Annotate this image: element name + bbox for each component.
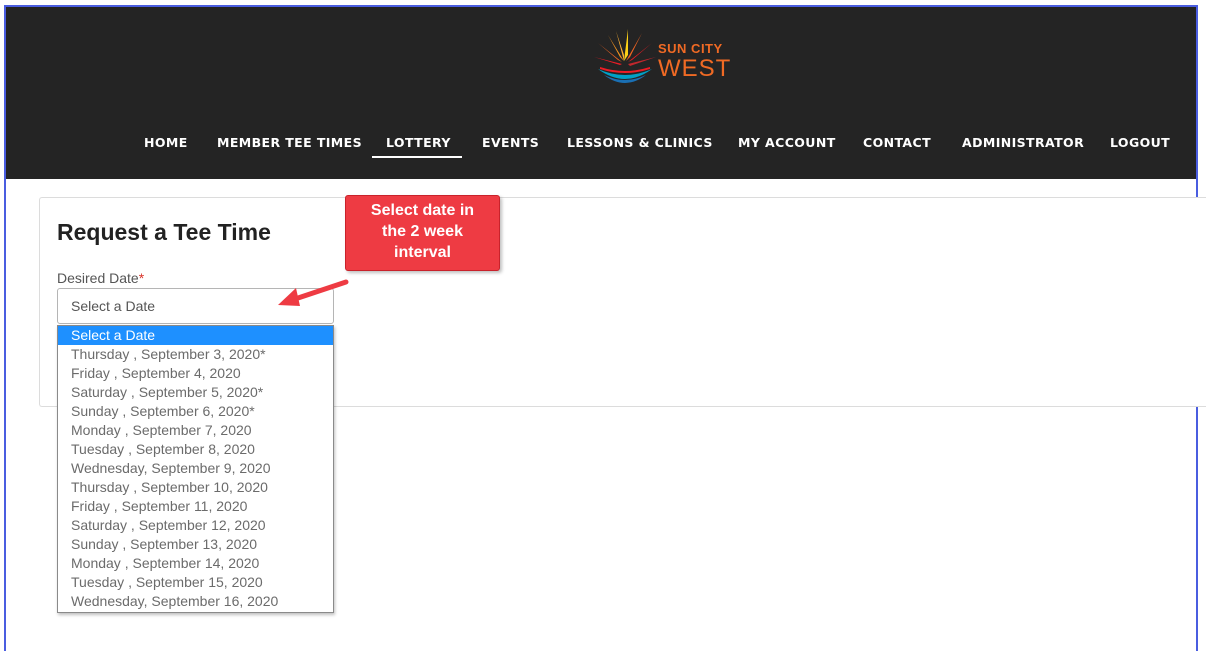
required-asterisk: * [138, 270, 145, 286]
annotation-callout: Select date in the 2 week interval [345, 195, 500, 271]
logo-text-sun-city: SUN CITY [658, 41, 723, 56]
sun-city-west-logo[interactable]: SUN CITY WEST [594, 29, 744, 89]
nav-events[interactable]: EVENTS [482, 135, 539, 150]
nav-logout[interactable]: LOGOUT [1110, 135, 1170, 150]
page-title: Request a Tee Time [57, 219, 271, 245]
main-nav: HOME MEMBER TEE TIMES LOTTERY EVENTS LES… [6, 135, 1196, 155]
annotation-arrow-icon [278, 279, 349, 306]
callout-line: Select date in [370, 202, 475, 219]
nav-administrator[interactable]: ADMINISTRATOR [962, 135, 1084, 150]
date-option[interactable]: Thursday , September 3, 2020* [58, 345, 333, 364]
sun-logo-icon [594, 29, 656, 83]
date-option[interactable]: Tuesday , September 8, 2020 [58, 440, 333, 459]
date-option[interactable]: Friday , September 4, 2020 [58, 364, 333, 383]
nav-active-indicator [372, 156, 462, 158]
date-option[interactable]: Wednesday, September 16, 2020 [58, 592, 333, 611]
date-option[interactable]: Sunday , September 13, 2020 [58, 535, 333, 554]
logo-text-west: WEST [658, 55, 732, 82]
nav-contact[interactable]: CONTACT [863, 135, 931, 150]
date-option[interactable]: Select a Date [58, 326, 333, 345]
callout-line: the 2 week [382, 223, 463, 240]
date-option[interactable]: Monday , September 14, 2020 [58, 554, 333, 573]
nav-member-tee-times[interactable]: MEMBER TEE TIMES [217, 135, 362, 150]
date-option[interactable]: Tuesday , September 15, 2020 [58, 573, 333, 592]
nav-lottery[interactable]: LOTTERY [386, 135, 451, 150]
date-option[interactable]: Saturday , September 12, 2020 [58, 516, 333, 535]
date-option[interactable]: Saturday , September 5, 2020* [58, 383, 333, 402]
nav-my-account[interactable]: MY ACCOUNT [738, 135, 836, 150]
site-header: SUN CITY WEST HOME MEMBER TEE TIMES LOTT… [6, 7, 1196, 179]
date-dropdown-list: Select a Date Thursday , September 3, 20… [57, 325, 334, 613]
date-option[interactable]: Wednesday, September 9, 2020 [58, 459, 333, 478]
date-option[interactable]: Sunday , September 6, 2020* [58, 402, 333, 421]
callout-line: interval [394, 244, 451, 261]
date-option[interactable]: Monday , September 7, 2020 [58, 421, 333, 440]
desired-date-label-text: Desired Date [57, 270, 139, 286]
nav-home[interactable]: HOME [144, 135, 188, 150]
date-option[interactable]: Friday , September 11, 2020 [58, 497, 333, 516]
date-option[interactable]: Thursday , September 10, 2020 [58, 478, 333, 497]
nav-lessons-clinics[interactable]: LESSONS & CLINICS [567, 135, 713, 150]
desired-date-label: Desired Date* [57, 270, 144, 286]
